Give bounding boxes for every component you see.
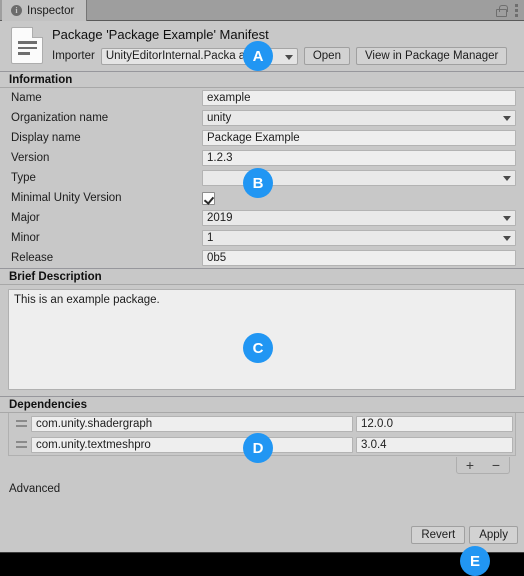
minimal-unity-version-checkbox[interactable] xyxy=(202,191,215,205)
open-button[interactable]: Open xyxy=(303,47,350,65)
property-label: Major xyxy=(11,212,40,224)
annotation-badge-c: C xyxy=(243,333,273,363)
information-section-header: Information xyxy=(0,71,524,88)
property-label: Release xyxy=(11,252,54,264)
property-input[interactable]: 1.2.3 xyxy=(202,150,516,166)
property-label: Type xyxy=(11,172,36,184)
property-label: Name xyxy=(11,92,42,104)
property-value: unity xyxy=(207,112,232,124)
property-row: Version 1.2.3 xyxy=(8,148,516,168)
lock-icon[interactable] xyxy=(496,4,508,17)
property-row: Organization name unity xyxy=(8,108,516,128)
footer-buttons: Revert Apply xyxy=(411,526,518,544)
chevron-down-icon xyxy=(503,116,511,121)
tab-tools xyxy=(496,0,518,21)
dependencies-section-header: Dependencies xyxy=(0,396,524,413)
annotation-badge-d: D xyxy=(243,433,273,463)
property-label: Display name xyxy=(11,132,81,144)
property-row: Release 0b5 xyxy=(8,248,516,268)
importer-row: Importer UnityEditorInternal.Packa ani O… xyxy=(52,47,508,65)
property-value: 1 xyxy=(207,232,214,244)
property-row: Major 2019 xyxy=(8,208,516,228)
chevron-down-icon xyxy=(503,216,511,221)
property-row: Display name Package Example xyxy=(8,128,516,148)
unity-inspector-window: i Inspector Package 'Package Example' Ma… xyxy=(0,0,524,576)
dependency-name-input[interactable]: com.unity.textmeshpro xyxy=(31,436,353,453)
property-label: Organization name xyxy=(11,112,109,124)
advanced-foldout[interactable]: Advanced xyxy=(0,475,524,495)
property-value: Package Example xyxy=(207,132,300,144)
property-input[interactable]: Package Example xyxy=(202,130,516,146)
add-remove-group: + − xyxy=(456,457,510,474)
dependency-version-input[interactable]: 3.0.4 xyxy=(356,436,513,453)
property-input[interactable]: 0b5 xyxy=(202,250,516,266)
property-input[interactable]: example xyxy=(202,90,516,106)
chevron-down-icon xyxy=(503,236,511,241)
property-label: Minor xyxy=(11,232,40,244)
tab-inspector[interactable]: i Inspector xyxy=(2,0,88,21)
document-icon xyxy=(11,27,43,64)
importer-dropdown-value: UnityEditorInternal.Packa ani xyxy=(105,50,255,62)
property-dropdown[interactable]: 2019 xyxy=(202,210,516,226)
inspector-panel: Package 'Package Example' Manifest Impor… xyxy=(0,21,524,553)
annotation-badge-e: E xyxy=(460,546,490,576)
view-in-package-manager-button[interactable]: View in Package Manager xyxy=(355,47,508,65)
info-icon: i xyxy=(11,5,22,16)
tab-bar: i Inspector xyxy=(0,0,524,21)
annotation-badge-b: B xyxy=(243,168,273,198)
property-value: example xyxy=(207,92,251,104)
page-title: Package 'Package Example' Manifest xyxy=(52,27,269,42)
kebab-menu-icon[interactable] xyxy=(515,4,518,17)
tab-inspector-label: Inspector xyxy=(27,4,75,17)
remove-dependency-button[interactable]: − xyxy=(483,457,509,474)
description-section-header: Brief Description xyxy=(0,268,524,285)
drag-handle-icon[interactable] xyxy=(11,420,31,427)
annotation-badge-a: A xyxy=(243,41,273,71)
property-value: 2019 xyxy=(207,212,233,224)
property-dropdown[interactable]: 1 xyxy=(202,230,516,246)
dependency-row: com.unity.shadergraph 12.0.0 xyxy=(9,413,515,434)
property-value: 0b5 xyxy=(207,252,227,264)
property-dropdown[interactable]: unity xyxy=(202,110,516,126)
dependency-version-input[interactable]: 12.0.0 xyxy=(356,415,513,432)
property-row: Minor 1 xyxy=(8,228,516,248)
property-label: Minimal Unity Version xyxy=(11,192,122,204)
dependency-name-input[interactable]: com.unity.shadergraph xyxy=(31,415,353,432)
importer-label: Importer xyxy=(52,50,95,62)
chevron-down-icon xyxy=(503,176,511,181)
property-row: Name example xyxy=(8,88,516,108)
property-label: Version xyxy=(11,152,50,164)
property-value: 1.2.3 xyxy=(207,152,233,164)
apply-button[interactable]: Apply xyxy=(469,526,518,544)
drag-handle-icon[interactable] xyxy=(11,441,31,448)
add-dependency-button[interactable]: + xyxy=(457,457,483,474)
chevron-down-icon xyxy=(284,54,293,60)
revert-button[interactable]: Revert xyxy=(411,526,466,544)
